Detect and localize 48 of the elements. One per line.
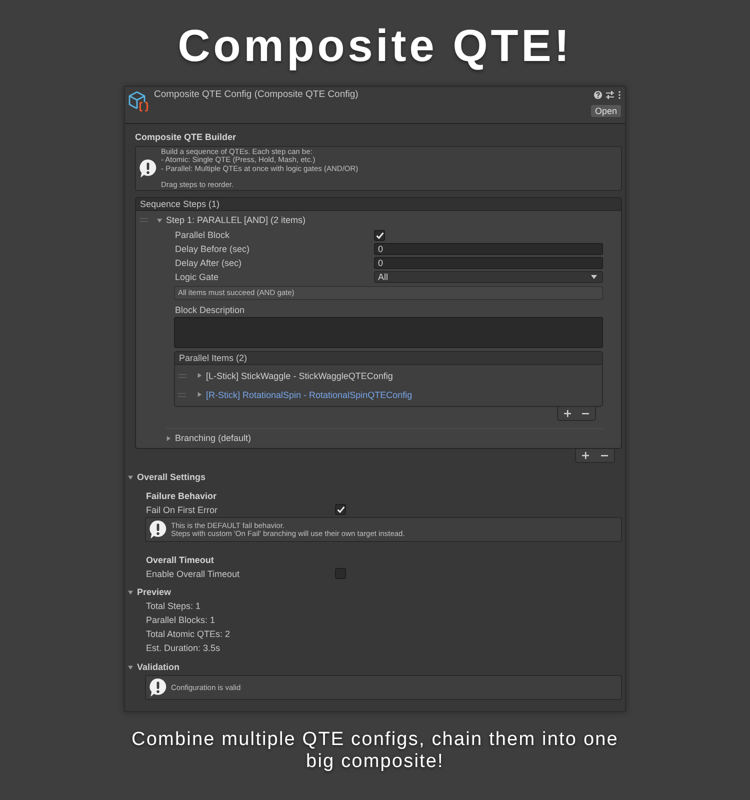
step-foldout[interactable]: Step 1: PARALLEL [AND] (2 items) — [157, 214, 306, 226]
group-title: Overall Timeout — [146, 554, 214, 568]
open-button[interactable]: Open — [590, 105, 621, 117]
item-foldout[interactable]: [L-Stick] StickWaggle - StickWaggleQTEConfig — [197, 370, 393, 382]
section-foldout[interactable]: Overall Settings — [128, 471, 206, 484]
plus-icon — [564, 410, 571, 418]
checkbox[interactable] — [335, 504, 346, 516]
checkbox[interactable] — [374, 230, 385, 241]
minus-icon — [582, 412, 590, 415]
list-header: Parallel Items (2) — [174, 351, 603, 366]
number-field[interactable]: 0 — [374, 257, 603, 270]
field-label: Block Description — [174, 304, 245, 316]
stat-text: Total Atomic QTEs: 2 — [146, 628, 230, 642]
list-header: Sequence Steps (1) — [135, 197, 622, 212]
dropdown[interactable]: All — [374, 271, 603, 284]
field-label: Logic Gate — [174, 271, 219, 284]
field-label: Delay Before (sec) — [174, 243, 250, 256]
caret-icon — [591, 275, 597, 280]
section-foldout[interactable]: Validation — [128, 661, 180, 674]
number-field[interactable]: 0 — [374, 243, 603, 256]
drag-handle-icon — [178, 374, 186, 378]
check-icon — [376, 232, 384, 239]
branching-foldout[interactable]: Branching (default) — [166, 432, 252, 444]
exclamation-bubble-icon — [149, 520, 167, 540]
minus-icon — [601, 454, 608, 457]
checkbox[interactable] — [335, 568, 346, 580]
section-foldout[interactable]: Preview — [128, 586, 172, 598]
field-label: Parallel Block — [174, 229, 230, 242]
item-foldout[interactable]: [R-Stick] RotationalSpin - RotationalSpinQTEConfig — [197, 388, 412, 401]
section-title: Composite QTE Builder — [135, 131, 236, 144]
field-label: Delay After (sec) — [174, 257, 242, 270]
exclamation-bubble-icon — [149, 678, 167, 698]
plus-icon — [582, 452, 589, 460]
field-label: Fail On First Error — [146, 504, 218, 516]
drag-handle-icon — [178, 392, 186, 397]
inspector-title: Composite QTE Config (Composite QTE Config) — [154, 89, 358, 101]
stat-text: Total Steps: 1 — [146, 600, 201, 614]
sliders-icon[interactable] — [606, 91, 614, 99]
help-icon[interactable] — [594, 91, 602, 99]
stat-text: Est. Duration: 3.5s — [146, 642, 220, 656]
field-label: Enable Overall Timeout — [146, 568, 240, 580]
stat-text: Parallel Blocks: 1 — [146, 614, 216, 628]
kebab-menu-icon[interactable] — [618, 91, 621, 99]
group-title: Failure Behavior — [146, 490, 217, 504]
check-icon — [336, 506, 344, 514]
cube-braces-icon — [128, 91, 150, 113]
exclamation-bubble-icon — [139, 159, 157, 178]
caption-text: Combine multiple QTE configs, chain them into one big composite! — [130, 729, 620, 773]
